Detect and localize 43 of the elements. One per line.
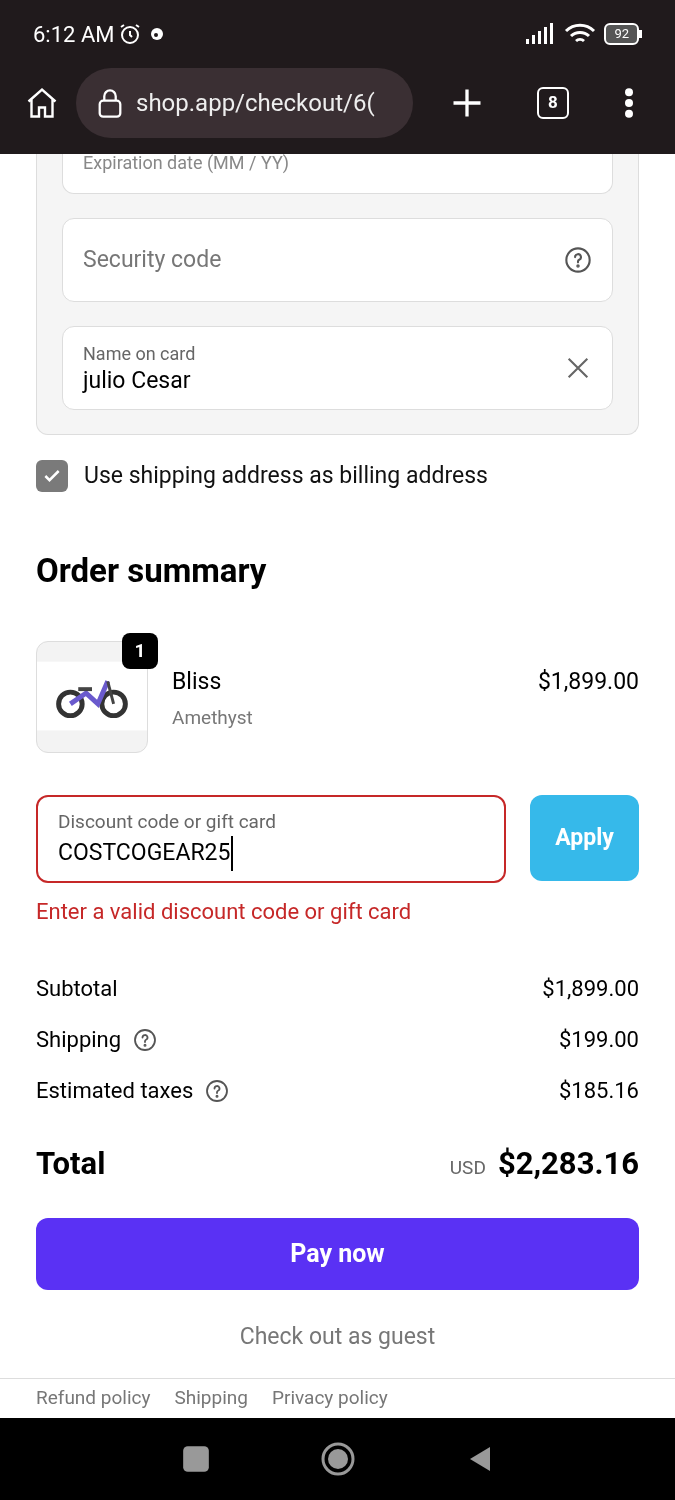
- footer-link[interactable]: Refund policy: [36, 1384, 151, 1413]
- summary-amount: $199.00: [559, 1026, 639, 1054]
- help-icon[interactable]: [133, 1027, 158, 1052]
- discount-field[interactable]: Discount code or gift card COSTCOGEAR25: [36, 795, 506, 883]
- tab-count-button[interactable]: 8: [537, 87, 569, 119]
- currency-code: USD: [449, 1155, 486, 1181]
- field-placeholder: Expiration date (MM / YY): [83, 154, 290, 172]
- summary-amount: $1,899.00: [542, 975, 639, 1003]
- pay-now-button[interactable]: Pay now: [36, 1217, 639, 1290]
- summary-amount: $185.16: [559, 1077, 639, 1105]
- home-button-icon[interactable]: [319, 1441, 356, 1477]
- field-value: julio Cesar: [83, 367, 192, 396]
- field-value: COSTCOGEAR25: [58, 836, 234, 871]
- total-label: Total: [36, 1144, 106, 1184]
- summary-label: Shipping: [36, 1026, 122, 1054]
- expiration-field[interactable]: Expiration date (MM / YY): [62, 154, 613, 194]
- checkbox-label: Use shipping address as billing address: [84, 461, 488, 491]
- product-name: Bliss: [172, 667, 223, 697]
- quantity-badge: 1: [122, 633, 158, 669]
- security-code-input[interactable]: Security code: [83, 242, 564, 278]
- url-text: shop.app/checkout/6(: [136, 88, 375, 119]
- total-amount: $2,283.16: [497, 1144, 639, 1184]
- name-on-card-field[interactable]: Name on card julio Cesar: [62, 326, 613, 410]
- security-code-field[interactable]: Security code: [62, 218, 613, 302]
- help-icon[interactable]: [564, 246, 592, 274]
- recents-icon[interactable]: [181, 1445, 210, 1473]
- lock-icon: [96, 87, 124, 119]
- product-variant: Amethyst: [172, 704, 254, 731]
- section-title: Order summary: [36, 549, 268, 592]
- help-icon[interactable]: [205, 1078, 230, 1103]
- footer-link[interactable]: Privacy policy: [271, 1384, 388, 1413]
- field-label: Discount code or gift card: [58, 808, 277, 835]
- summary-label: Subtotal: [36, 975, 118, 1003]
- checkbox[interactable]: [36, 460, 68, 493]
- status-time: 6:12 AM: [33, 20, 115, 49]
- battery-icon: 92: [604, 23, 642, 45]
- summary-label: Estimated taxes: [36, 1077, 194, 1105]
- product-price: $1,899.00: [537, 667, 639, 697]
- error-message: Enter a valid discount code or gift card: [36, 898, 413, 926]
- address-bar[interactable]: shop.app/checkout/6(: [76, 68, 413, 138]
- footer-link[interactable]: Shipping: [174, 1384, 248, 1413]
- field-label: Name on card: [83, 342, 196, 367]
- guest-checkout-link[interactable]: Check out as guest: [239, 1319, 436, 1354]
